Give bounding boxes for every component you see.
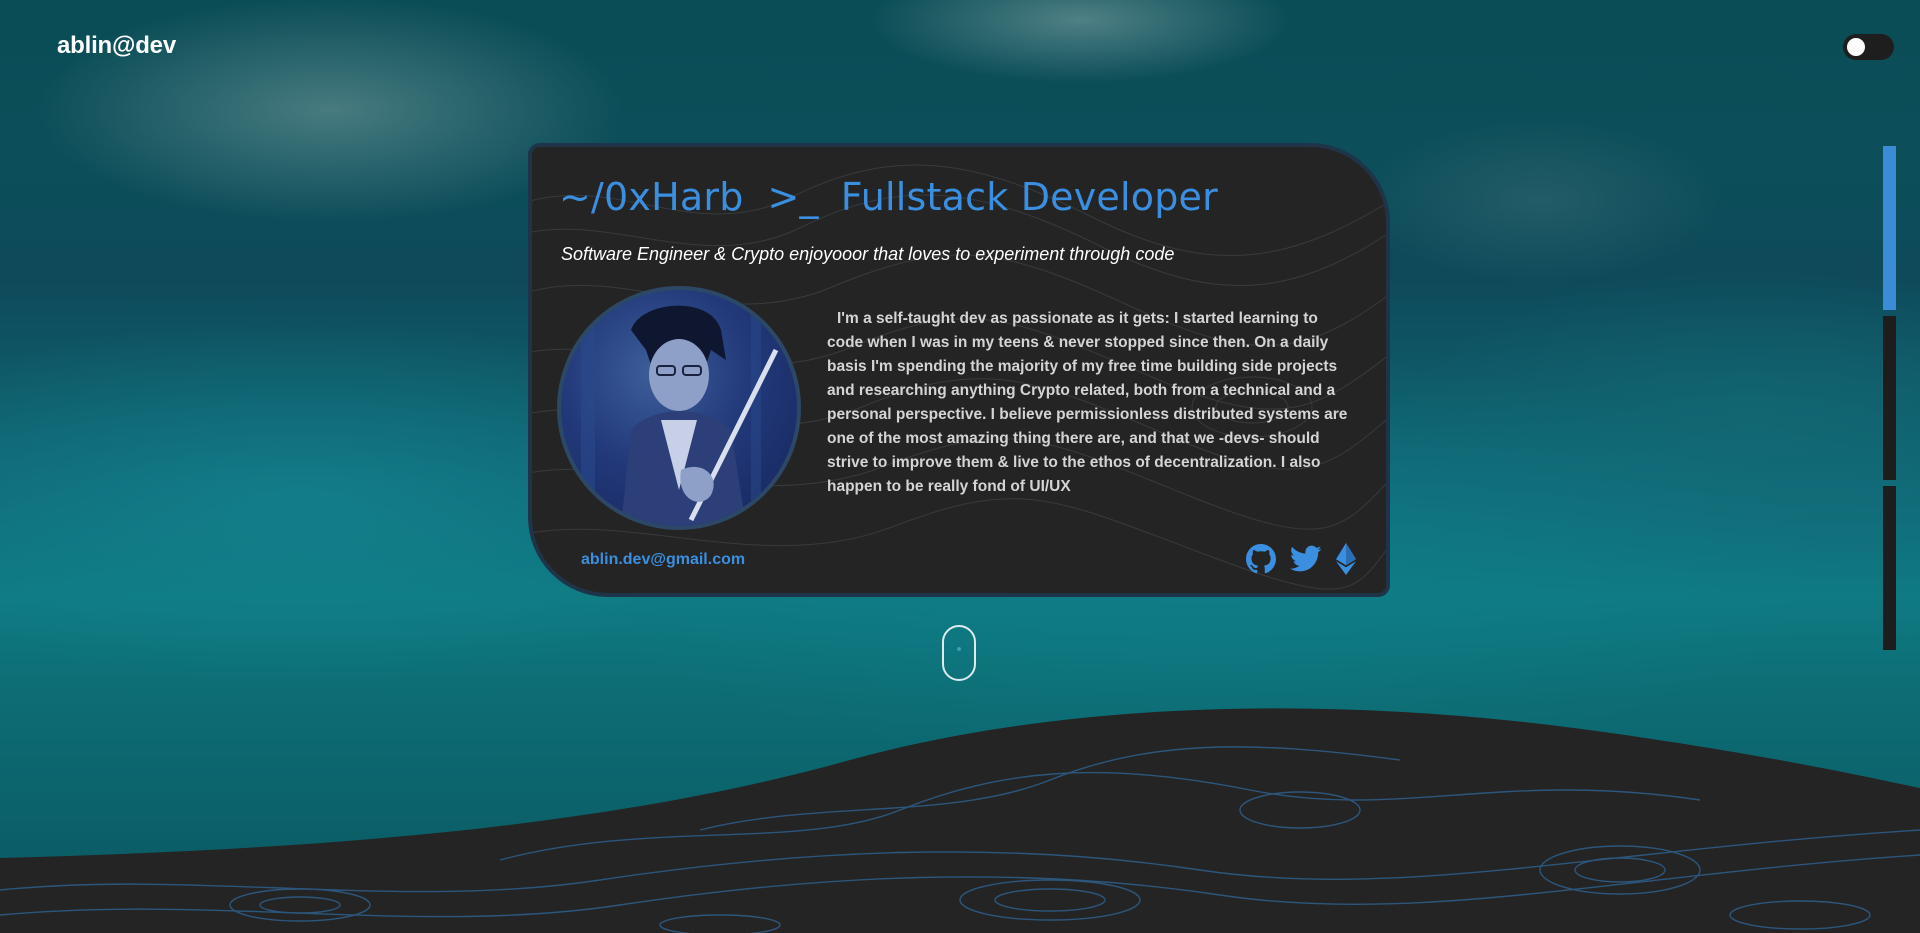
email-link[interactable]: ablin.dev@gmail.com xyxy=(581,551,745,569)
title-role: Fullstack Developer xyxy=(840,175,1218,219)
avatar-illustration xyxy=(581,290,779,526)
site-logo[interactable]: ablin@dev xyxy=(57,32,176,60)
theme-toggle[interactable] xyxy=(1843,34,1894,60)
scroll-down-mouse-icon[interactable] xyxy=(942,625,976,681)
section-indicator-segment-3[interactable] xyxy=(1883,486,1896,650)
bio-text: I'm a self-taught dev as passionate as i… xyxy=(827,310,1348,495)
twitter-icon xyxy=(1289,545,1322,572)
title-handle: ~/0xHarb xyxy=(559,175,744,219)
avatar xyxy=(557,286,801,530)
github-link[interactable] xyxy=(1246,544,1276,579)
scroll-wheel-dot xyxy=(957,647,961,651)
profile-card: ~/0xHarb >_ Fullstack Developer Software E… xyxy=(528,143,1390,597)
section-indicator-segment-1[interactable] xyxy=(1883,146,1896,310)
github-icon xyxy=(1246,544,1276,574)
card-title: ~/0xHarb >_ Fullstack Developer xyxy=(559,175,1218,219)
ethereum-icon xyxy=(1336,543,1356,575)
twitter-link[interactable] xyxy=(1289,545,1322,578)
terminal-prompt-icon: >_ xyxy=(767,175,819,219)
bottom-wave xyxy=(0,708,1920,933)
ethereum-link[interactable] xyxy=(1336,543,1356,580)
card-subtitle: Software Engineer & Crypto enjoyooor tha… xyxy=(561,244,1175,264)
section-indicator xyxy=(1883,146,1896,656)
section-indicator-segment-2[interactable] xyxy=(1883,316,1896,480)
theme-toggle-knob xyxy=(1847,38,1865,56)
social-links xyxy=(1246,543,1370,580)
